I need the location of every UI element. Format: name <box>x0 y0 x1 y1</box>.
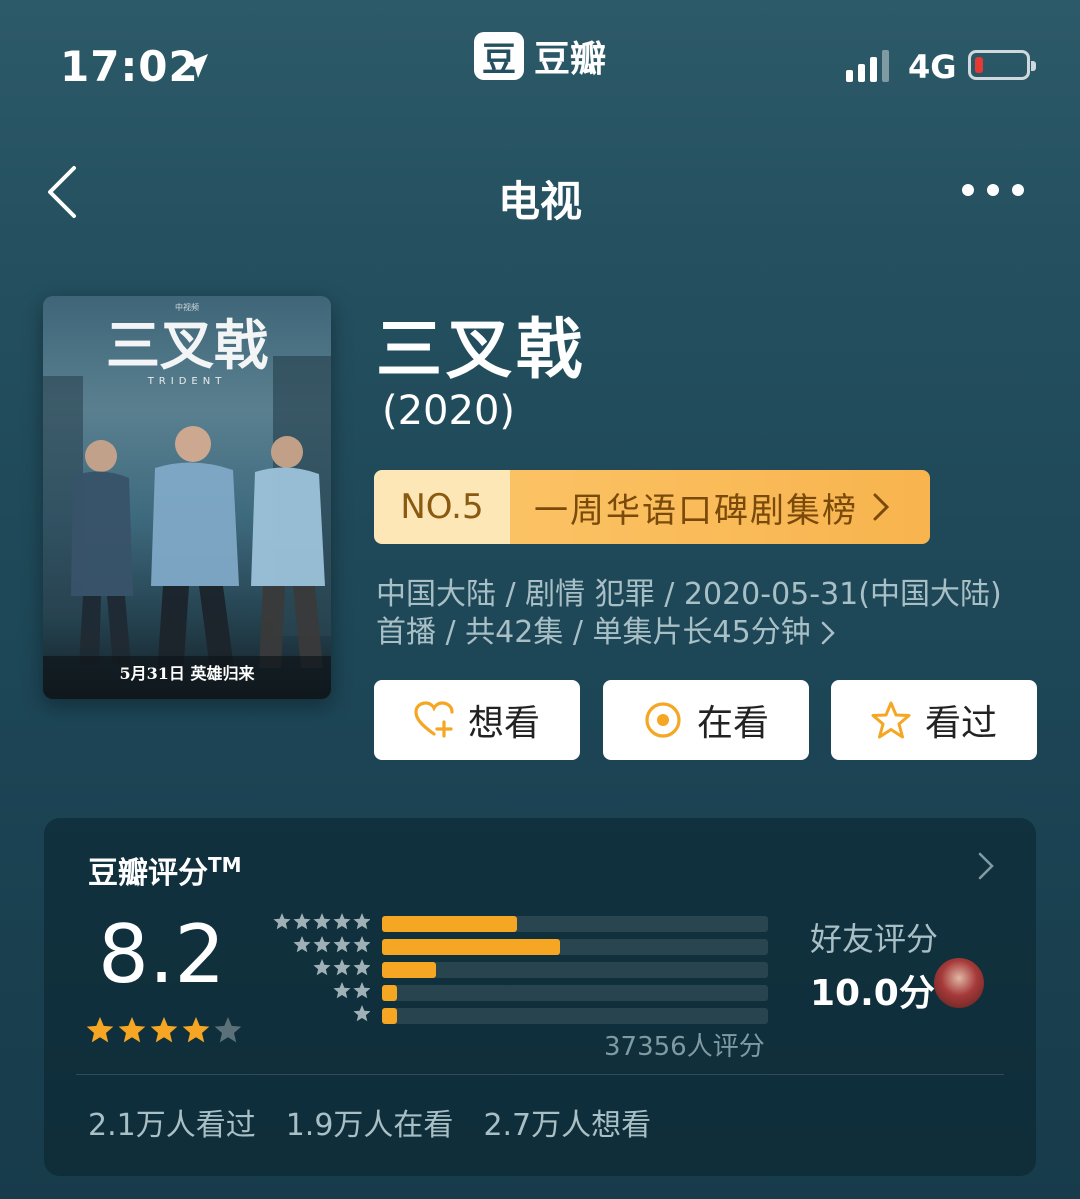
distribution-star-labels <box>273 913 370 1022</box>
rating-card[interactable]: 豆瓣评分TM 8.2 37356人评分 好友评分 10.0分 2.1万人看过 1… <box>44 818 1036 1176</box>
score-star-icon <box>214 1017 242 1043</box>
chevron-right-icon <box>873 493 890 521</box>
distribution-bar-5 <box>382 916 768 932</box>
score-star-icon <box>182 1017 210 1043</box>
star-row-label-4 <box>293 936 370 953</box>
watched-button[interactable]: 看过 <box>831 680 1037 760</box>
rating-heading-text: 豆瓣评分 <box>88 856 208 891</box>
want-to-watch-button[interactable]: 想看 <box>374 680 580 760</box>
score-star-icon <box>86 1017 114 1043</box>
poster-subtitle-text: TRIDENT <box>147 376 227 387</box>
heart-plus-icon <box>414 701 454 738</box>
watched-label: 看过 <box>924 703 997 744</box>
distribution-bar-3 <box>382 962 768 978</box>
status-time: 17:02 <box>60 42 199 91</box>
rank-number: NO.5 <box>374 470 510 544</box>
nav-bar: 电视 <box>0 150 1080 240</box>
network-type: 4G <box>908 48 957 86</box>
watching-label: 在看 <box>696 703 769 744</box>
poster-tagline: 5月31日 英雄归来 <box>120 664 256 683</box>
rating-heading: 豆瓣评分TM <box>88 848 242 892</box>
distribution-bar-fill <box>382 939 560 955</box>
poster-image[interactable]: 中视频 三叉戟 TRIDENT 5月31日 英雄归来 <box>43 296 331 699</box>
status-bar: 17:02 豆 豆瓣 4G <box>0 0 1080 120</box>
distribution-bar-4 <box>382 939 768 955</box>
show-meta[interactable]: 中国大陆 / 剧情 犯罪 / 2020-05-31(中国大陆) 首播 / 共42… <box>376 576 1056 652</box>
star-row-label-5 <box>273 913 370 930</box>
friend-rating-label: 好友评分 <box>810 920 939 958</box>
target-circle-icon <box>645 702 681 738</box>
distribution-bar-fill <box>382 916 518 932</box>
signal-icon <box>846 50 889 82</box>
avatar[interactable] <box>934 958 984 1008</box>
rating-score: 8.2 <box>98 908 226 1001</box>
rating-distribution <box>382 916 768 1031</box>
stat-watching: 1.9万人在看 <box>285 1108 454 1143</box>
show-title: 三叉戟 <box>376 311 586 388</box>
stat-watched: 2.1万人看过 <box>88 1108 256 1143</box>
score-star-icon <box>118 1017 146 1043</box>
star-outline-icon <box>871 701 911 739</box>
meta-chevron-icon <box>821 621 835 645</box>
star-row-label-2 <box>333 982 370 999</box>
meta-line-1: 中国大陆 / 剧情 犯罪 / 2020-05-31(中国大陆) <box>376 577 1002 612</box>
rank-list-label: 一周华语口碑剧集榜 <box>534 490 858 531</box>
distribution-bar-fill <box>382 1008 398 1024</box>
poster-network-mark: 中视频 <box>175 302 199 312</box>
app-badge: 豆 豆瓣 <box>474 30 606 82</box>
app-name: 豆瓣 <box>534 39 607 80</box>
chevron-right-icon <box>978 852 994 880</box>
douban-logo: 豆 <box>474 32 524 80</box>
distribution-bar-2 <box>382 985 768 1001</box>
watching-button[interactable]: 在看 <box>603 680 809 760</box>
score-stars <box>86 1017 242 1043</box>
star-row-label-1 <box>353 1005 370 1022</box>
want-to-watch-label: 想看 <box>467 703 540 744</box>
rank-list-link: 一周华语口碑剧集榜 <box>510 470 930 544</box>
distribution-bar-fill <box>382 985 398 1001</box>
battery-icon <box>968 50 1036 80</box>
poster-figures <box>71 426 325 676</box>
meta-line-2-wrap: 首播 / 共42集 / 单集片长45分钟 <box>376 614 1056 652</box>
vote-count: 37356人评分 <box>604 1032 765 1062</box>
distribution-bar-fill <box>382 962 437 978</box>
poster-title-text: 三叉戟 <box>106 313 268 377</box>
battery-level <box>975 57 983 73</box>
location-arrow-icon <box>184 54 208 78</box>
score-star-icon <box>150 1017 178 1043</box>
nav-title: 电视 <box>497 177 582 226</box>
star-row-label-3 <box>313 959 370 976</box>
rank-banner[interactable]: NO.5 一周华语口碑剧集榜 <box>374 470 930 544</box>
divider <box>76 1074 1004 1075</box>
stat-want: 2.7万人想看 <box>483 1108 652 1143</box>
friend-rating-score: 10.0分 <box>810 973 935 1014</box>
meta-line-2: 首播 / 共42集 / 单集片长45分钟 <box>376 615 811 650</box>
distribution-bar-1 <box>382 1008 768 1024</box>
watch-stats: 2.1万人看过 1.9万人在看 2.7万人想看 <box>88 1100 651 1144</box>
trademark: TM <box>208 853 242 877</box>
more-dots-icon[interactable] <box>960 178 1026 202</box>
show-year: (2020) <box>382 388 516 434</box>
